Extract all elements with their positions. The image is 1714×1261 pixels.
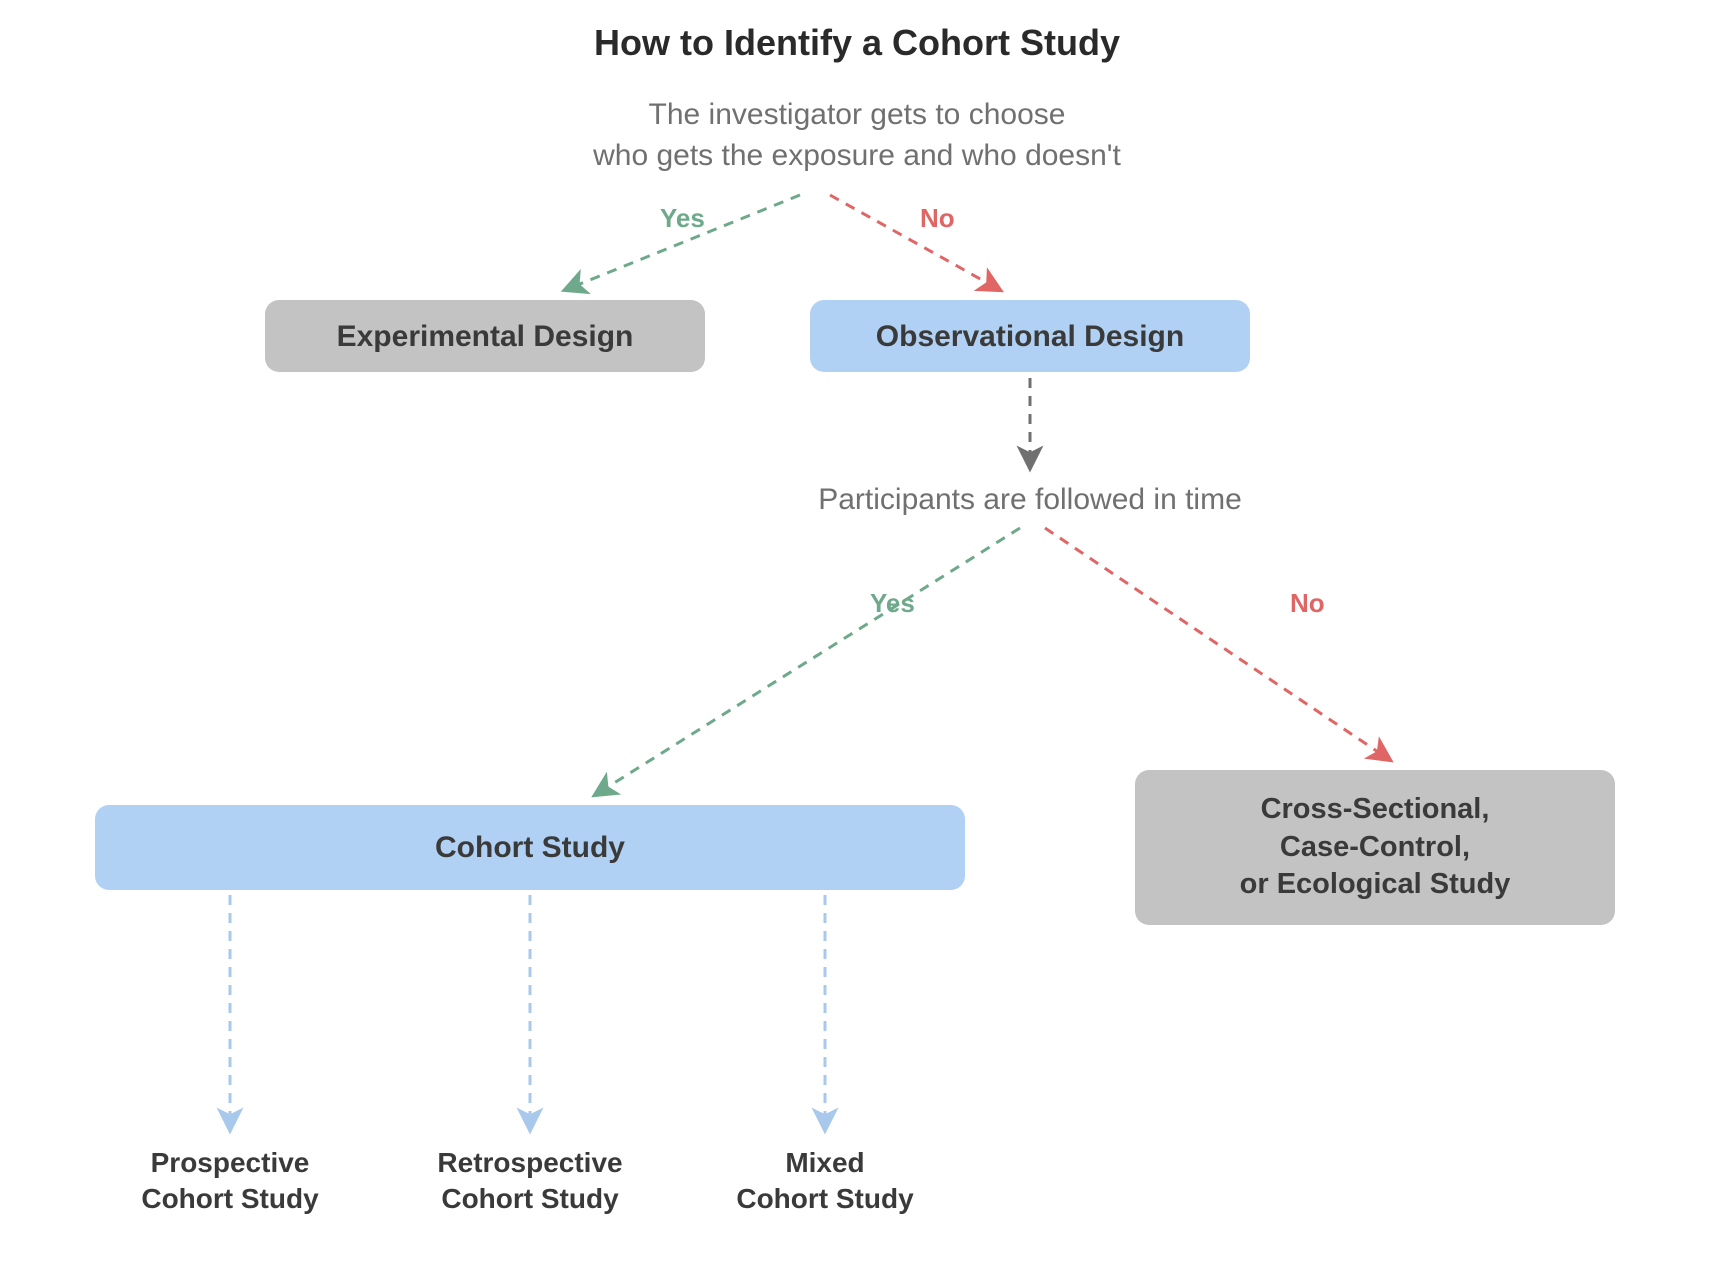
q1-yes-label: Yes xyxy=(660,203,705,234)
diagram-title: How to Identify a Cohort Study xyxy=(0,22,1714,64)
cohort-label: Cohort Study xyxy=(435,828,625,867)
leaf3-line1: Mixed xyxy=(785,1147,864,1178)
node-retrospective: Retrospective Cohort Study xyxy=(390,1145,670,1218)
q2-yes-label: Yes xyxy=(870,588,915,619)
leaf2-line1: Retrospective xyxy=(437,1147,622,1178)
leaf1-line2: Cohort Study xyxy=(141,1183,318,1214)
arrows-overlay xyxy=(0,0,1714,1261)
q2-no-label: No xyxy=(1290,588,1325,619)
node-prospective: Prospective Cohort Study xyxy=(105,1145,355,1218)
leaf1-line1: Prospective xyxy=(151,1147,310,1178)
experimental-label: Experimental Design xyxy=(337,317,634,356)
leaf2-line2: Cohort Study xyxy=(441,1183,618,1214)
arrow-q2-no xyxy=(1045,528,1390,760)
arrow-q2-yes xyxy=(595,528,1020,795)
question-investigator: The investigator gets to choose who gets… xyxy=(0,95,1714,176)
q1-no-label: No xyxy=(920,203,955,234)
cross-line3: or Ecological Study xyxy=(1240,868,1511,900)
q1-line1: The investigator gets to choose xyxy=(649,98,1066,131)
node-observational-design: Observational Design xyxy=(810,300,1250,372)
question-followed-in-time: Participants are followed in time xyxy=(730,480,1330,521)
node-cross-sectional: Cross-Sectional, Case-Control, or Ecolog… xyxy=(1135,770,1615,925)
leaf3-line2: Cohort Study xyxy=(736,1183,913,1214)
cross-line2: Case-Control, xyxy=(1280,831,1470,863)
node-mixed: Mixed Cohort Study xyxy=(700,1145,950,1218)
cross-line1: Cross-Sectional, xyxy=(1261,793,1490,825)
q1-line2: who gets the exposure and who doesn't xyxy=(593,139,1121,172)
observational-label: Observational Design xyxy=(876,317,1184,356)
node-experimental-design: Experimental Design xyxy=(265,300,705,372)
diagram-canvas: How to Identify a Cohort Study The inves… xyxy=(0,0,1714,1261)
node-cohort-study: Cohort Study xyxy=(95,805,965,890)
arrow-q1-no xyxy=(830,195,1000,290)
